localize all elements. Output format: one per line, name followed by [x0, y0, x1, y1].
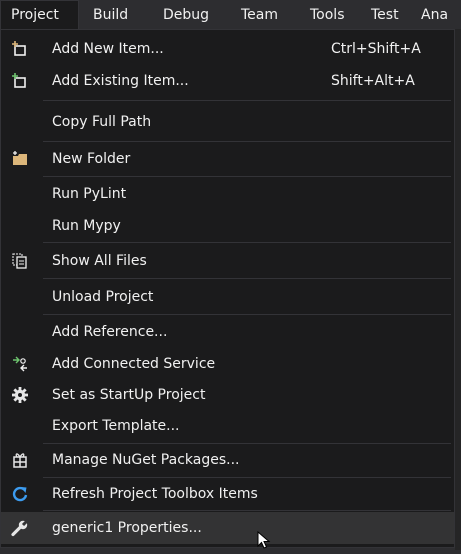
menu-item-add-connected-service[interactable]: Add Connected Service [1, 348, 454, 380]
menu-bar: Project Build Debug Team Tools Test Ana [0, 0, 461, 29]
show-all-files-icon [11, 252, 29, 270]
menu-item-refresh-project-toolbox-items[interactable]: Refresh Project Toolbox Items [1, 478, 454, 510]
menu-item-run-mypy[interactable]: Run Mypy [1, 210, 454, 242]
new-folder-icon [11, 150, 29, 168]
menu-item-manage-nuget-packages[interactable]: Manage NuGet Packages... [1, 444, 454, 476]
menu-separator [43, 100, 451, 101]
menu-item-set-as-startup-project[interactable]: Set as StartUp Project [1, 379, 454, 411]
connected-service-icon [11, 355, 29, 373]
menu-item-label: Add Existing Item... [52, 73, 189, 89]
background-window-edge [455, 29, 461, 550]
add-new-item-icon [11, 40, 29, 58]
menu-item-label: Add Reference... [52, 324, 168, 340]
menu-separator [43, 314, 451, 315]
menu-item-shortcut: Ctrl+Shift+A [331, 41, 421, 57]
menu-separator [43, 242, 451, 243]
nuget-package-icon [11, 451, 29, 469]
menu-item-add-existing-item[interactable]: Add Existing Item... Shift+Alt+A [1, 65, 454, 97]
wrench-icon [11, 519, 29, 537]
menu-separator [43, 176, 451, 177]
mouse-cursor-icon [257, 530, 273, 554]
menu-item-label: New Folder [52, 151, 131, 167]
refresh-icon [11, 485, 29, 503]
menu-item-shortcut: Shift+Alt+A [331, 73, 415, 89]
menu-item-run-pylint[interactable]: Run PyLint [1, 178, 454, 210]
menu-item-label: Run Mypy [52, 218, 121, 234]
menu-item-label: Export Template... [52, 418, 180, 434]
menu-item-export-template[interactable]: Export Template... [1, 410, 454, 442]
menu-item-new-folder[interactable]: New Folder [1, 143, 454, 175]
gear-icon [11, 386, 29, 404]
menu-project[interactable]: Project [0, 0, 79, 29]
menu-analyze[interactable]: Ana [411, 0, 461, 29]
menu-item-show-all-files[interactable]: Show All Files [1, 245, 454, 277]
menu-item-label: Refresh Project Toolbox Items [52, 486, 258, 502]
menu-debug[interactable]: Debug [147, 0, 225, 29]
menu-item-label: generic1 Properties... [52, 520, 202, 536]
menu-separator [43, 510, 451, 511]
menu-item-add-new-item[interactable]: Add New Item... Ctrl+Shift+A [1, 33, 454, 65]
menu-item-label: Unload Project [52, 289, 154, 305]
menu-item-add-reference[interactable]: Add Reference... [1, 316, 454, 348]
menu-tools[interactable]: Tools [294, 0, 361, 29]
menu-item-project-properties[interactable]: generic1 Properties... [1, 512, 454, 544]
menu-item-label: Add New Item... [52, 41, 164, 57]
menu-item-label: Copy Full Path [52, 114, 152, 130]
menu-separator [43, 278, 451, 279]
menu-team[interactable]: Team [225, 0, 294, 29]
menu-item-label: Run PyLint [52, 186, 127, 202]
menu-item-copy-full-path[interactable]: Copy Full Path [1, 106, 454, 138]
menu-test[interactable]: Test [361, 0, 411, 29]
project-dropdown-menu: Add New Item... Ctrl+Shift+A Add Existin… [0, 29, 455, 548]
menu-item-label: Set as StartUp Project [52, 387, 206, 403]
menu-item-label: Manage NuGet Packages... [52, 452, 240, 468]
menu-item-unload-project[interactable]: Unload Project [1, 281, 454, 313]
menu-item-label: Add Connected Service [52, 356, 216, 372]
menu-separator [43, 141, 451, 142]
add-existing-item-icon [11, 72, 29, 90]
menu-item-label: Show All Files [52, 253, 147, 269]
menu-build[interactable]: Build [79, 0, 147, 29]
